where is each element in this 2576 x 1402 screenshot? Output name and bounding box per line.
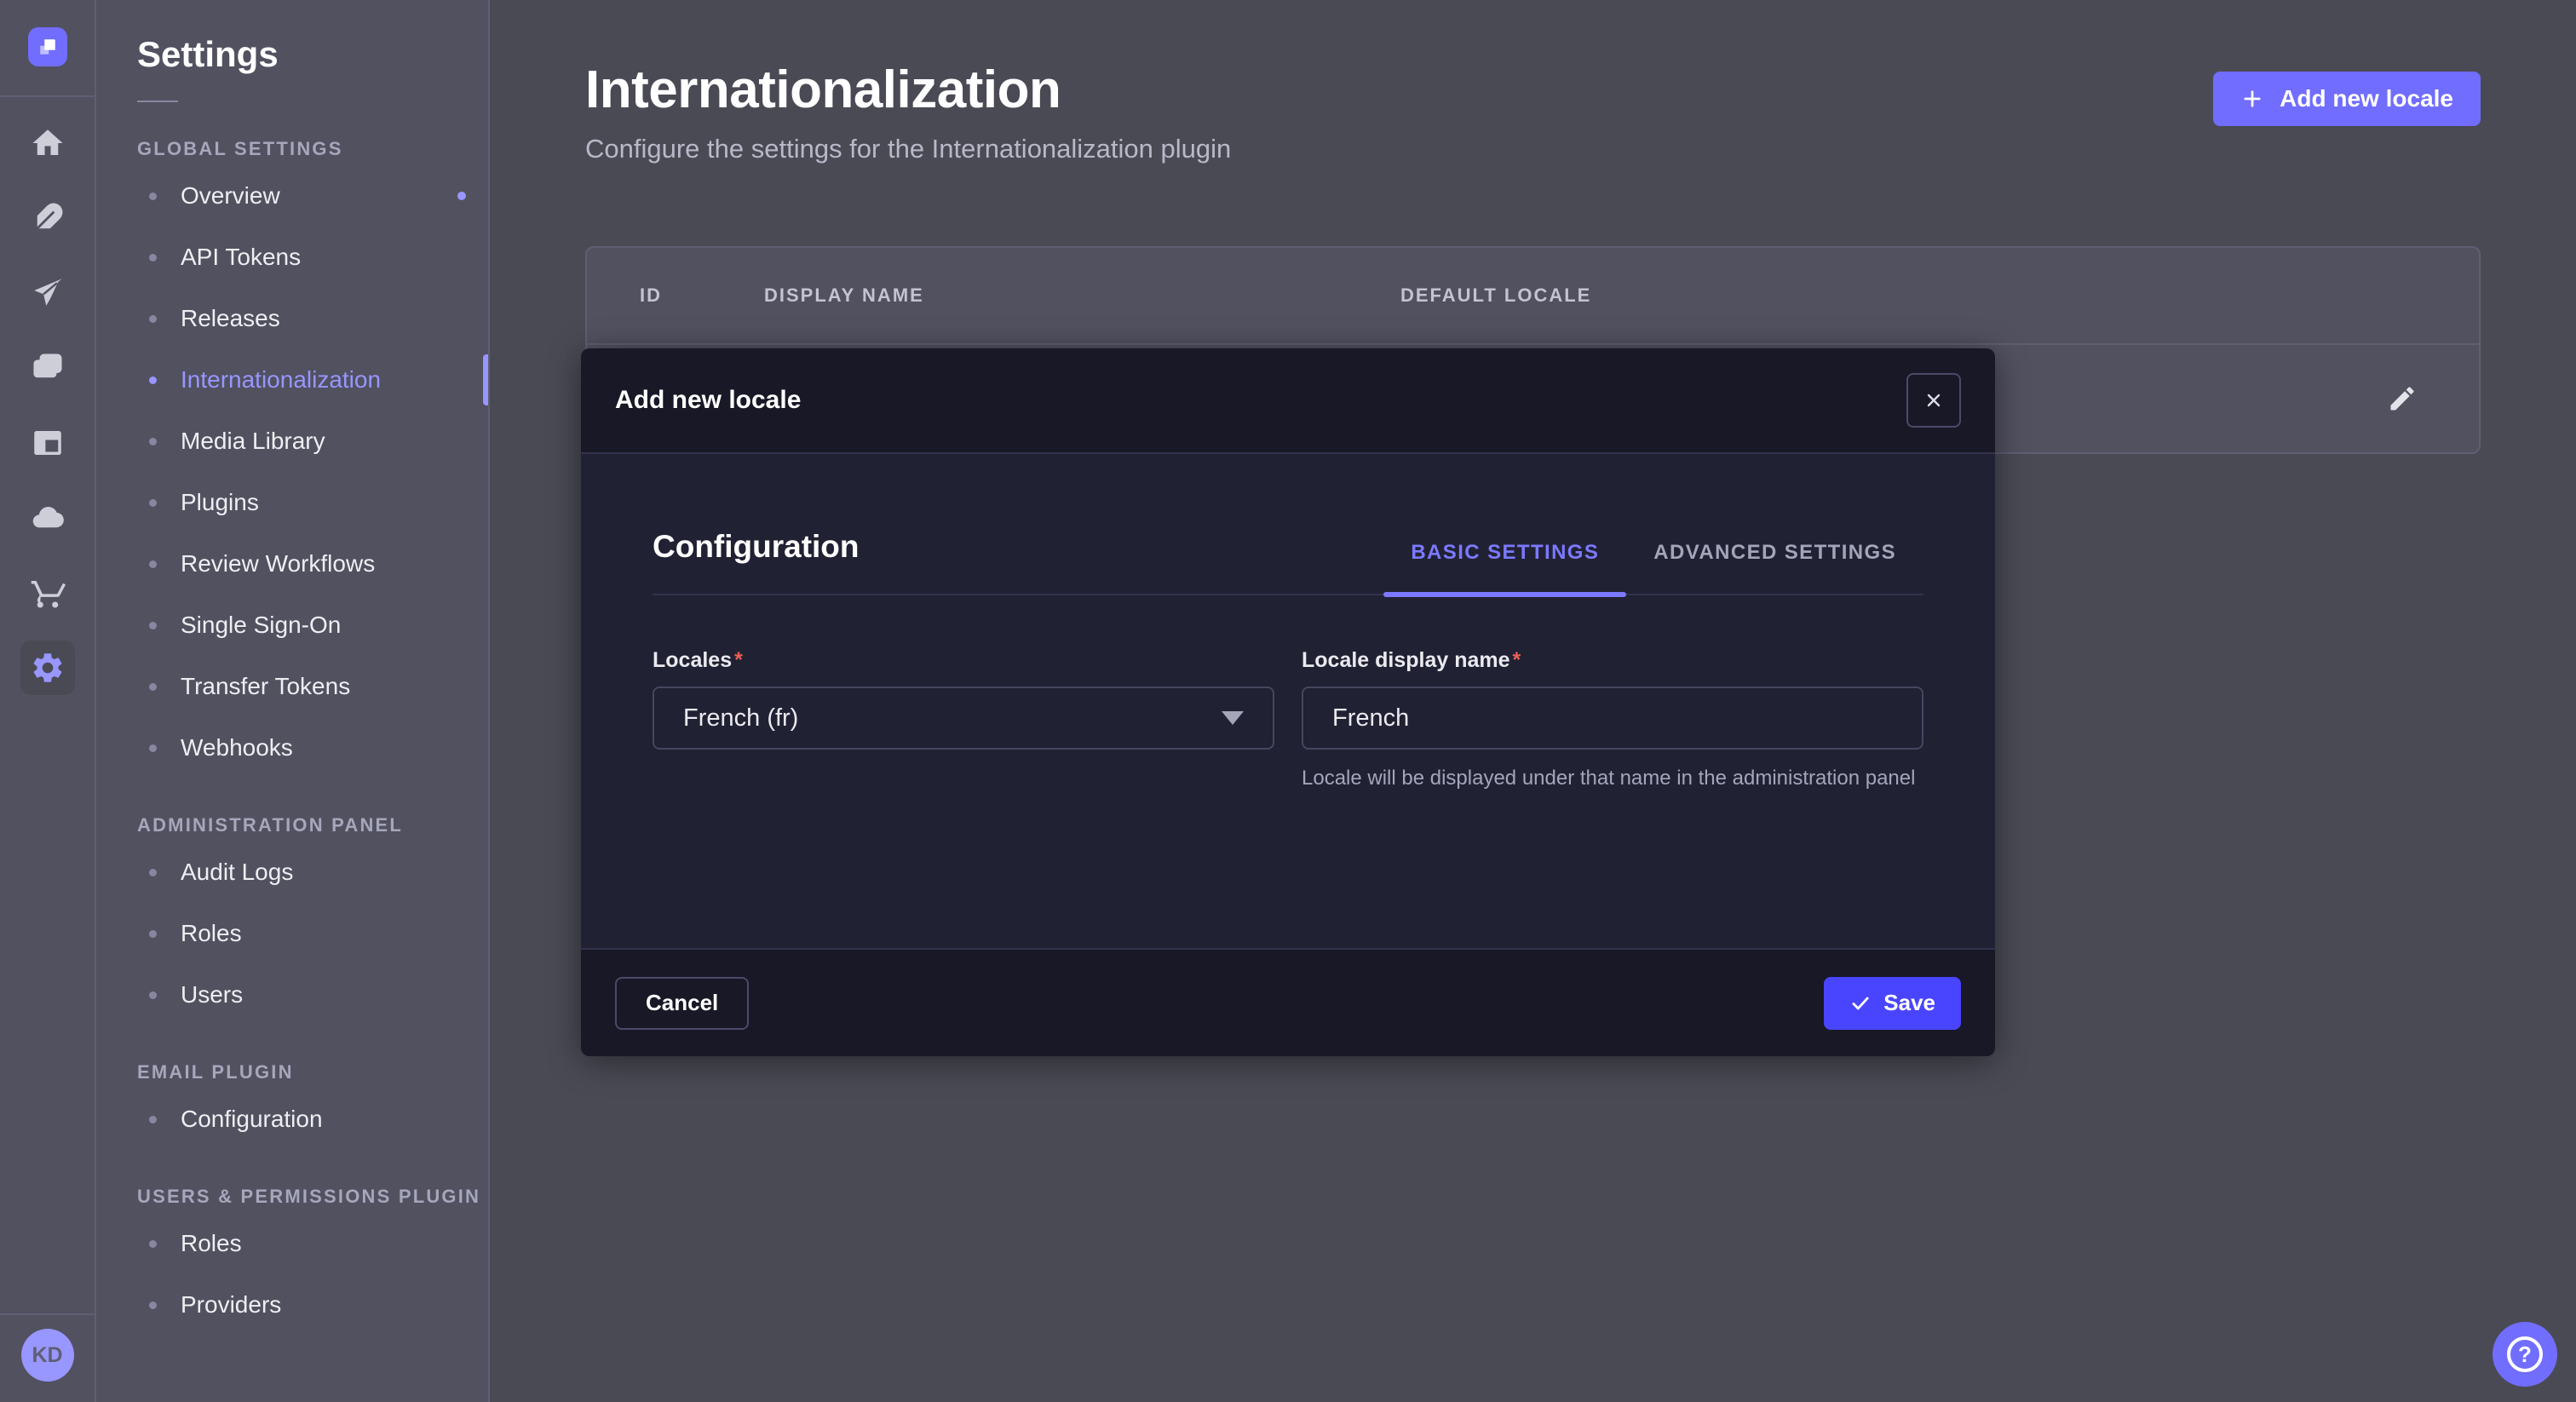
cancel-button[interactable]: Cancel — [615, 977, 749, 1030]
display-name-label-text: Locale display name — [1302, 648, 1510, 672]
chevron-down-icon — [1222, 711, 1244, 725]
configuration-title: Configuration — [653, 529, 860, 594]
save-button-label: Save — [1883, 990, 1935, 1016]
locales-label: Locales* — [653, 648, 1274, 673]
check-icon — [1849, 992, 1872, 1014]
modal-body: Configuration BASIC SETTINGS ADVANCED SE… — [581, 454, 1995, 948]
modal-tabs: BASIC SETTINGS ADVANCED SETTINGS — [1383, 541, 1923, 594]
modal-header: Add new locale — [581, 348, 1995, 454]
configuration-bar: Configuration BASIC SETTINGS ADVANCED SE… — [653, 454, 1923, 595]
required-asterisk: * — [1513, 648, 1521, 672]
locales-label-text: Locales — [653, 648, 732, 672]
tab-basic-settings[interactable]: BASIC SETTINGS — [1383, 541, 1626, 594]
close-icon — [1923, 390, 1944, 411]
modal-title: Add new locale — [615, 386, 801, 415]
locales-select[interactable]: French (fr) — [653, 687, 1274, 750]
display-name-field: Locale display name* Locale will be disp… — [1302, 648, 1923, 793]
required-asterisk: * — [734, 648, 743, 672]
save-button[interactable]: Save — [1824, 977, 1961, 1030]
display-name-hint: Locale will be displayed under that name… — [1302, 763, 1923, 793]
modal-footer: Cancel Save — [581, 948, 1995, 1056]
add-locale-modal: Add new locale Configuration BASIC SETTI… — [581, 348, 1995, 1056]
display-name-label: Locale display name* — [1302, 648, 1923, 673]
modal-close-button[interactable] — [1906, 373, 1961, 428]
display-name-input[interactable] — [1302, 687, 1923, 750]
locales-select-value: French (fr) — [683, 704, 798, 733]
tab-advanced-settings[interactable]: ADVANCED SETTINGS — [1626, 541, 1923, 594]
form-fields-row: Locales* French (fr) Locale display name… — [653, 648, 1923, 793]
locales-field: Locales* French (fr) — [653, 648, 1274, 793]
